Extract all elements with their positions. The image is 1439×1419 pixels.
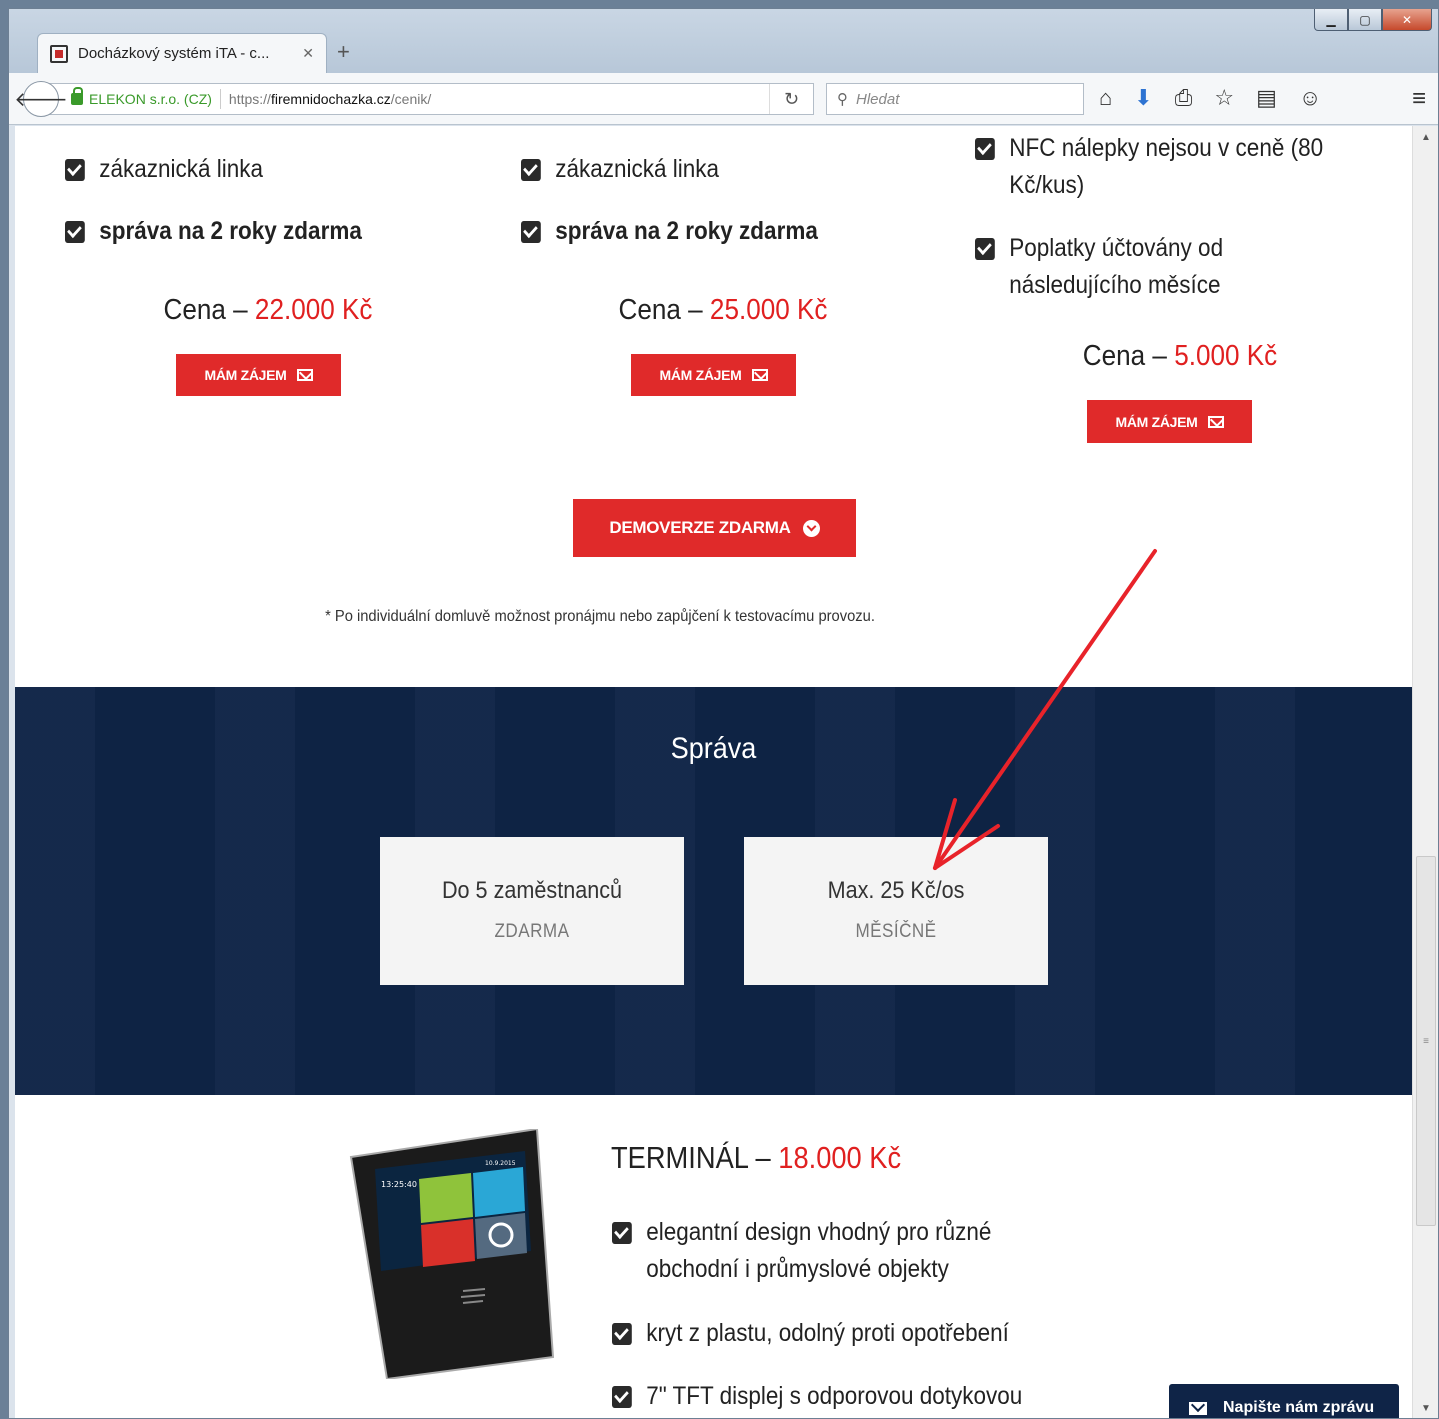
checkbox-icon <box>521 221 541 243</box>
tab-close-icon[interactable]: ✕ <box>302 45 314 62</box>
list-item: NFC nálepky nejsou v ceně (80 Kč/kus) <box>975 130 1353 204</box>
envelope-icon <box>751 369 768 381</box>
url-bar[interactable]: ELEKON s.r.o. (CZ) https://firemnidochaz… <box>49 83 814 115</box>
toolbar-icons: ⌂ ⬇ ⎙ ☆ ▤ ☺ <box>1099 85 1321 111</box>
list-item: správa na 2 roky zdarma <box>521 213 818 250</box>
interest-button-col3[interactable]: MÁM ZÁJEM <box>1087 400 1252 443</box>
interest-button-col1[interactable]: MÁM ZÁJEM <box>176 354 341 396</box>
arrow-circle-icon <box>802 519 820 537</box>
price-col1: Cena – 22.000 Kč <box>163 294 373 326</box>
list-item: zákaznická linka <box>65 151 263 188</box>
list-item: elegantní design vhodný pro různé obchod… <box>612 1214 1089 1288</box>
back-button[interactable]: 🡐 <box>14 81 68 117</box>
envelope-icon <box>1189 1401 1207 1415</box>
url-host: firemnidochazka.cz <box>270 91 391 107</box>
close-window-button[interactable]: ✕ <box>1382 9 1432 31</box>
plan-card: Do 5 zaměstnanců ZDARMA <box>380 837 684 985</box>
page-content: zákaznická linka správa na 2 roky zdarma… <box>15 126 1412 1418</box>
sprava-section: Správa Do 5 zaměstnanců ZDARMA Max. 25 K… <box>15 687 1412 1095</box>
list-item: kryt z plastu, odolný proti opotřebení <box>612 1315 1009 1352</box>
svg-text:13:25:40: 13:25:40 <box>381 1180 417 1189</box>
identity-owner: ELEKON s.r.o. (CZ) <box>89 91 212 107</box>
window-controls: ▁ ▢ ✕ <box>1314 9 1432 31</box>
checkbox-icon <box>612 1222 632 1244</box>
chat-icon[interactable]: ☺ <box>1299 85 1321 111</box>
url-path: /cenik/ <box>390 91 432 107</box>
vertical-scrollbar[interactable]: ▲ ≡ ▼ <box>1412 126 1438 1418</box>
price-col3: Cena – 5.000 Kč <box>1082 340 1278 372</box>
plan-card: Max. 25 Kč/os MĚSÍČNĚ <box>744 837 1048 985</box>
demo-button[interactable]: DEMOVERZE ZDARMA <box>573 499 856 557</box>
scroll-down-icon[interactable]: ▼ <box>1421 1403 1431 1414</box>
interest-button-col2[interactable]: MÁM ZÁJEM <box>631 354 796 396</box>
url-protocol: https:// <box>228 91 271 107</box>
checkbox-icon <box>521 159 541 181</box>
menu-icon[interactable]: ≡ <box>1412 85 1426 113</box>
title-bar: ▁ ▢ ✕ Docházkový systém iTA - c... ✕ + <box>9 9 1438 73</box>
checkbox-icon <box>975 138 995 160</box>
chat-widget-button[interactable]: Napište nám zprávu <box>1169 1384 1399 1418</box>
new-tab-button[interactable]: + <box>337 39 350 65</box>
checkbox-icon <box>975 238 995 260</box>
list-item: zákaznická linka <box>521 151 719 188</box>
terminal-title: TERMINÁL – 18.000 Kč <box>611 1140 902 1175</box>
coffee-icon <box>421 1219 475 1267</box>
library-icon[interactable]: ▤ <box>1256 85 1277 111</box>
browser-window: ▁ ▢ ✕ Docházkový systém iTA - c... ✕ + E… <box>8 8 1439 1419</box>
checkbox-icon <box>612 1386 632 1408</box>
scroll-thumb[interactable]: ≡ <box>1416 856 1436 1226</box>
scroll-up-icon[interactable]: ▲ <box>1421 132 1431 143</box>
exit-icon <box>419 1173 473 1223</box>
maximize-button[interactable]: ▢ <box>1348 9 1382 31</box>
checkbox-icon <box>65 159 85 181</box>
envelope-icon <box>1207 415 1224 428</box>
info-icon <box>475 1213 527 1259</box>
terminal-device-image: 13:25:40 10.9.2015 <box>349 1129 555 1379</box>
print-icon[interactable]: ⎙ <box>1175 85 1193 111</box>
bookmark-star-icon[interactable]: ☆ <box>1214 85 1234 111</box>
browser-tab[interactable]: Docházkový systém iTA - c... ✕ <box>37 33 327 73</box>
list-item: správa na 2 roky zdarma <box>65 213 362 250</box>
search-icon: ⚲ <box>837 91 848 108</box>
footnote: * Po individuální domluvě možnost pronáj… <box>325 608 875 625</box>
section-title: Správa <box>670 732 757 765</box>
price-col2: Cena – 25.000 Kč <box>618 294 828 326</box>
home-icon[interactable]: ⌂ <box>1099 85 1112 111</box>
list-item: 7" TFT displej s odporovou dotykovou <box>612 1378 1022 1415</box>
lock-icon <box>71 87 83 105</box>
entry-icon <box>473 1167 525 1217</box>
svg-text:10.9.2015: 10.9.2015 <box>485 1160 516 1167</box>
navigation-bar: ELEKON s.r.o. (CZ) https://firemnidochaz… <box>9 73 1438 125</box>
envelope-icon <box>296 369 313 381</box>
minimize-button[interactable]: ▁ <box>1314 9 1348 31</box>
search-input[interactable]: ⚲ Hledat <box>826 83 1084 115</box>
checkbox-icon <box>65 221 85 243</box>
favicon-icon <box>50 44 68 63</box>
download-icon[interactable]: ⬇ <box>1134 85 1152 111</box>
list-item: Poplatky účtovány od následujícího měsíc… <box>975 230 1353 304</box>
search-placeholder: Hledat <box>856 90 900 108</box>
checkbox-icon <box>612 1323 632 1345</box>
tab-title: Docházkový systém iTA - c... <box>78 45 270 62</box>
reload-icon[interactable]: ↻ <box>769 84 813 114</box>
